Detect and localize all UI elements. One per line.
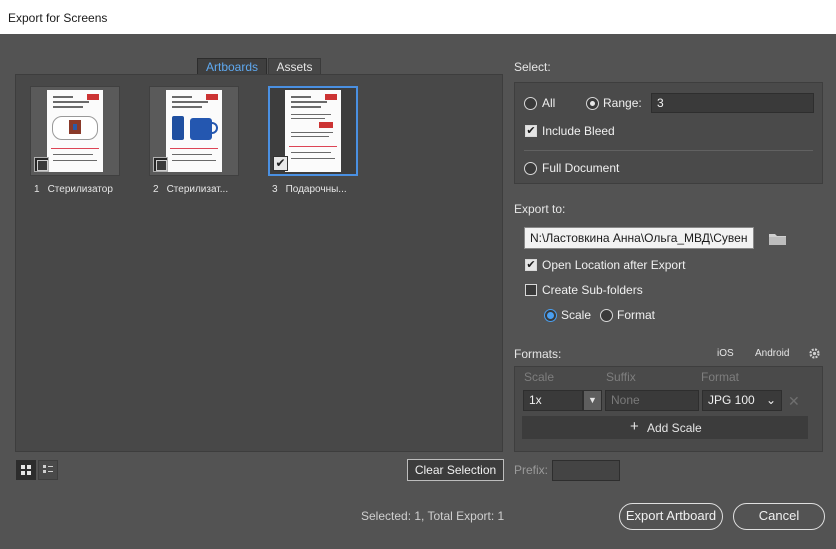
- grid-view-icon[interactable]: [16, 460, 36, 480]
- open-location-label: Open Location after Export: [542, 258, 686, 272]
- prefix-label: Prefix:: [514, 463, 549, 477]
- title-bar: Export for Screens: [0, 0, 836, 34]
- artboard-checkbox[interactable]: [153, 157, 168, 172]
- add-scale-label: Add Scale: [647, 421, 702, 435]
- range-input[interactable]: 3: [651, 93, 814, 113]
- prefix-input[interactable]: [552, 460, 620, 481]
- col-format-header: Format: [701, 370, 740, 384]
- artboard-preview: [166, 90, 222, 172]
- open-location-checkbox[interactable]: ✔: [525, 259, 537, 271]
- format-option-label: Format: [617, 308, 656, 322]
- col-suffix-header: Suffix: [606, 370, 636, 384]
- artboard-preview: [285, 90, 341, 172]
- export-path-input[interactable]: N:\Ластовкина Анна\Ольга_МВД\Сувен: [524, 227, 754, 249]
- radio-subfolder-scale[interactable]: [544, 309, 557, 322]
- artboard-label-3: 3 Подарочны...: [272, 184, 347, 195]
- artboard-checkbox[interactable]: ✔: [273, 156, 288, 171]
- remove-scale-icon[interactable]: ✕: [788, 393, 800, 410]
- clear-selection-button[interactable]: Clear Selection: [407, 459, 504, 481]
- radio-all[interactable]: [524, 97, 537, 110]
- chevron-down-icon[interactable]: ▼: [583, 390, 602, 411]
- cancel-button[interactable]: Cancel: [733, 503, 825, 530]
- status-text: Selected: 1, Total Export: 1: [361, 509, 505, 523]
- add-scale-button[interactable]: + Add Scale: [522, 416, 808, 439]
- artboard-thumbnail-3[interactable]: ✔: [268, 86, 358, 176]
- artboard-preview: [47, 90, 103, 172]
- artboard-checkbox[interactable]: [34, 157, 49, 172]
- full-document-label: Full Document: [542, 161, 620, 175]
- folder-icon[interactable]: [768, 231, 788, 247]
- artboard-thumbnail-1[interactable]: [30, 86, 120, 176]
- format-select[interactable]: JPG 100 ⌄: [702, 390, 782, 411]
- range-label: Range:: [603, 96, 642, 110]
- artboard-label-2: 2 Стерилизат...: [153, 184, 229, 195]
- export-to-heading: Export to:: [514, 202, 566, 216]
- include-bleed-checkbox[interactable]: ✔: [525, 125, 537, 137]
- scale-option-label: Scale: [561, 308, 592, 322]
- format-value: JPG 100: [708, 393, 755, 407]
- col-scale-header: Scale: [524, 370, 555, 384]
- android-preset-button[interactable]: Android: [755, 348, 789, 359]
- gear-icon[interactable]: [808, 347, 821, 360]
- tab-artboards[interactable]: Artboards: [197, 58, 267, 75]
- scale-select[interactable]: 1x: [523, 390, 583, 411]
- select-divider: [524, 150, 813, 151]
- list-view-icon[interactable]: [38, 460, 58, 480]
- all-label: All: [542, 96, 556, 110]
- ios-preset-button[interactable]: iOS: [717, 348, 734, 359]
- window-title: Export for Screens: [8, 11, 108, 25]
- create-subfolders-checkbox[interactable]: [525, 284, 537, 296]
- radio-range[interactable]: [586, 97, 599, 110]
- tab-assets[interactable]: Assets: [268, 58, 321, 75]
- include-bleed-label: Include Bleed: [542, 124, 615, 138]
- artboard-thumbnail-2[interactable]: [149, 86, 239, 176]
- radio-full-document[interactable]: [524, 162, 537, 175]
- plus-icon: +: [630, 418, 639, 435]
- chevron-down-icon: ⌄: [765, 393, 776, 407]
- create-subfolders-label: Create Sub-folders: [542, 283, 643, 297]
- formats-heading: Formats:: [514, 347, 562, 361]
- radio-subfolder-format[interactable]: [600, 309, 613, 322]
- suffix-input[interactable]: None: [605, 390, 699, 411]
- artboard-label-1: 1 Стерилизатор: [34, 184, 113, 195]
- select-heading: Select:: [514, 60, 551, 74]
- export-artboard-button[interactable]: Export Artboard: [619, 503, 723, 530]
